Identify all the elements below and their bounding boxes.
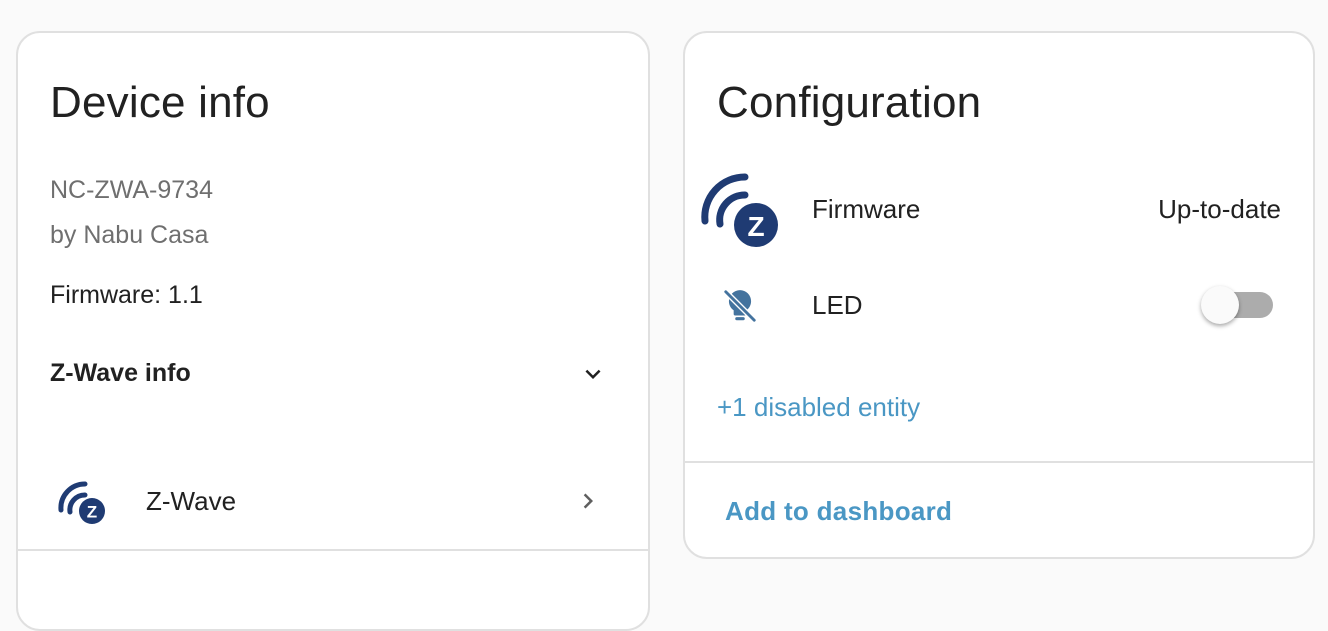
entity-label-led: LED (812, 290, 863, 320)
svg-text:Z: Z (747, 211, 764, 242)
entity-label-firmware: Firmware (812, 194, 921, 224)
chevron-down-icon (585, 369, 601, 379)
chevron-right-icon (583, 493, 593, 509)
device-manufacturer: by Nabu Casa (50, 221, 209, 249)
zwave-icon: Z (701, 173, 778, 247)
device-info-card: Device info NC-ZWA-9734 by Nabu Casa Fir… (16, 31, 650, 631)
device-firmware: Firmware: 1.1 (50, 281, 203, 309)
integration-label: Z-Wave (146, 486, 237, 516)
disabled-entities-link[interactable]: +1 disabled entity (717, 392, 920, 423)
entity-state-firmware: Up-to-date (1158, 194, 1281, 224)
zwave-info-label: Z-Wave info (50, 359, 191, 387)
svg-text:Z: Z (87, 503, 97, 522)
card-divider (18, 549, 648, 551)
device-info-title: Device info (50, 78, 270, 127)
card-divider (685, 461, 1313, 463)
add-to-dashboard-button[interactable]: Add to dashboard (725, 496, 952, 527)
toggle-knob (1201, 286, 1239, 324)
configuration-card: Configuration Z Firmware Up-to-date LED … (683, 31, 1315, 559)
device-model: NC-ZWA-9734 (50, 176, 213, 204)
led-off-icon (722, 288, 758, 324)
zwave-icon: Z (58, 481, 105, 524)
configuration-title: Configuration (717, 78, 982, 127)
